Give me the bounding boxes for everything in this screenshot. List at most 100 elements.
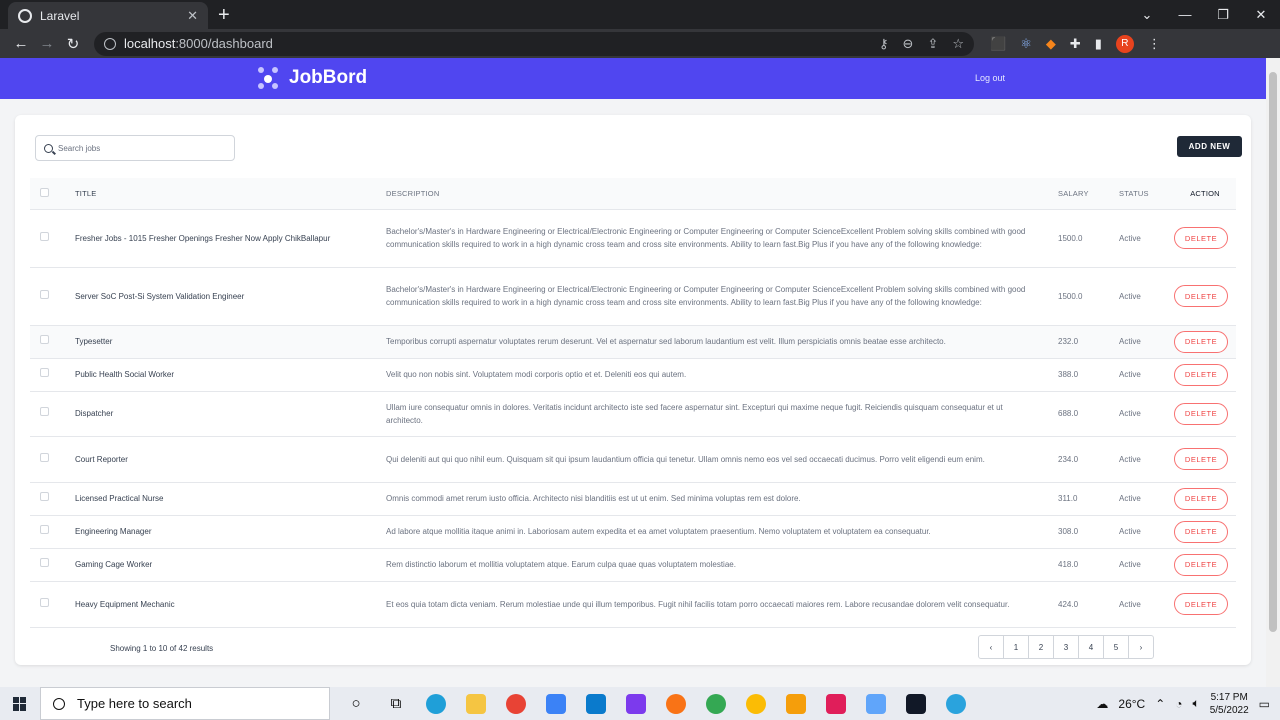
task-view-icon[interactable]: ⧉ — [376, 687, 416, 720]
tab-search-icon[interactable]: ⌄ — [1128, 0, 1166, 29]
file-explorer-icon[interactable] — [456, 687, 496, 720]
row-checkbox[interactable] — [40, 558, 49, 567]
clock[interactable]: 5:17 PM 5/5/2022 — [1210, 691, 1249, 717]
clock-time: 5:17 PM — [1210, 691, 1248, 703]
vscode-icon[interactable] — [576, 687, 616, 720]
postman-icon[interactable] — [656, 687, 696, 720]
window-close-icon[interactable]: ✕ — [1242, 0, 1280, 29]
page-scrollbar[interactable] — [1266, 58, 1280, 687]
delete-button[interactable]: DELETE — [1174, 227, 1228, 249]
menu-kebab-icon[interactable]: ⋮ — [1148, 36, 1161, 52]
row-checkbox[interactable] — [40, 597, 49, 607]
notification-icon[interactable]: ▭ — [1259, 697, 1270, 711]
job-salary: 388.0 — [1058, 357, 1119, 391]
weather-icon[interactable]: ☁ — [1096, 697, 1108, 711]
delete-button[interactable]: DELETE — [1174, 448, 1228, 470]
network-icon[interactable]: ◔ — [1175, 697, 1182, 711]
chrome-profile-2-icon[interactable] — [736, 687, 776, 720]
table-row: Server SoC Post-Si System Validation Eng… — [30, 266, 1236, 325]
delete-button[interactable]: DELETE — [1174, 487, 1228, 510]
row-checkbox[interactable] — [40, 231, 49, 241]
page-button-1[interactable]: 1 — [1003, 635, 1029, 659]
job-description: Velit quo non nobis sint. Voluptatem mod… — [386, 357, 1058, 391]
table-row: Engineering Manager Ad labore atque moll… — [30, 514, 1236, 548]
table-row: Public Health Social Worker Velit quo no… — [30, 357, 1236, 391]
tab-close-icon[interactable]: ✕ — [187, 8, 198, 24]
table-header-row: TITLE DESCRIPTION SALARY STATUS ACTION — [30, 178, 1236, 209]
url-path: :8000/dashboard — [175, 36, 273, 51]
key-icon[interactable]: ⚷ — [879, 36, 889, 52]
start-button[interactable] — [0, 696, 40, 711]
maximize-icon[interactable]: ❐ — [1204, 0, 1242, 29]
page-button-2[interactable]: 2 — [1028, 635, 1054, 659]
extension-icon[interactable]: ⬛ — [990, 36, 1006, 52]
add-new-button[interactable]: ADD NEW — [1177, 136, 1242, 157]
scrollbar-thumb[interactable] — [1269, 72, 1277, 632]
row-checkbox[interactable] — [40, 289, 49, 299]
app-icon[interactable] — [536, 687, 576, 720]
chrome-icon[interactable] — [496, 687, 536, 720]
delete-button[interactable]: DELETE — [1174, 553, 1228, 576]
select-all-checkbox[interactable] — [40, 187, 49, 197]
job-status: Active — [1119, 208, 1174, 267]
sidepanel-icon[interactable]: ▮ — [1095, 36, 1102, 52]
slack-icon[interactable] — [816, 687, 856, 720]
profile-avatar[interactable]: R — [1115, 34, 1134, 53]
chrome-profile-icon[interactable] — [696, 687, 736, 720]
visual-studio-icon[interactable] — [616, 687, 656, 720]
temperature[interactable]: 26°C — [1118, 697, 1145, 711]
search-input[interactable] — [58, 143, 218, 153]
new-tab-icon[interactable]: + — [218, 4, 230, 27]
delete-button[interactable]: DELETE — [1174, 285, 1228, 307]
cortana-icon[interactable]: ○ — [336, 687, 376, 720]
delete-button[interactable]: DELETE — [1174, 593, 1228, 615]
search-box[interactable] — [35, 135, 235, 161]
site-info-icon[interactable] — [104, 37, 116, 50]
delete-button[interactable]: DELETE — [1174, 402, 1228, 425]
logout-link[interactable]: Log out — [975, 73, 1005, 83]
forward-icon[interactable]: → — [34, 35, 60, 52]
zoom-icon[interactable]: ⊖ — [903, 36, 914, 52]
job-title: Gaming Cage Worker — [75, 547, 386, 581]
share-icon[interactable]: ⇪ — [927, 36, 938, 52]
browser-tab[interactable]: Laravel ✕ — [8, 2, 208, 29]
next-page-button[interactable]: › — [1128, 635, 1154, 659]
row-checkbox[interactable] — [40, 492, 49, 501]
job-title: Engineering Manager — [75, 514, 386, 548]
brand[interactable]: JobBord — [258, 67, 367, 89]
job-description: Rem distinctio laborum et mollitia volup… — [386, 547, 1058, 581]
back-icon[interactable]: ← — [8, 35, 34, 52]
edge-icon[interactable] — [416, 687, 456, 720]
tray-chevron-icon[interactable]: ⌃ — [1155, 697, 1165, 711]
terminal-icon[interactable] — [896, 687, 936, 720]
sublime-icon[interactable] — [776, 687, 816, 720]
job-description: Omnis commodi amet rerum iusto officia. … — [386, 481, 1058, 515]
extension-react-icon[interactable]: ⚛ — [1020, 36, 1032, 52]
taskbar-search[interactable]: Type here to search — [40, 687, 330, 720]
puzzle-icon[interactable]: ✚ — [1070, 36, 1081, 52]
job-title: Fresher Jobs - 1015 Fresher Openings Fre… — [75, 208, 386, 267]
delete-button[interactable]: DELETE — [1174, 363, 1228, 386]
page-button-4[interactable]: 4 — [1078, 635, 1104, 659]
page-button-3[interactable]: 3 — [1053, 635, 1079, 659]
delete-button[interactable]: DELETE — [1174, 520, 1228, 543]
address-bar[interactable]: localhost:8000/dashboard ⚷ ⊖ ⇪ ☆ — [94, 31, 974, 56]
telegram-icon[interactable] — [936, 687, 976, 720]
job-salary: 1500.0 — [1058, 266, 1119, 325]
bookmark-star-icon[interactable]: ☆ — [952, 36, 964, 52]
notepad-icon[interactable] — [856, 687, 896, 720]
volume-icon[interactable]: 🔈︎ — [1193, 696, 1200, 711]
row-checkbox[interactable] — [40, 368, 49, 377]
page-button-5[interactable]: 5 — [1103, 635, 1129, 659]
prev-page-button[interactable]: ‹ — [978, 635, 1004, 659]
delete-button[interactable]: DELETE — [1174, 330, 1228, 353]
row-checkbox[interactable] — [40, 452, 49, 462]
minimize-icon[interactable]: — — [1166, 0, 1204, 29]
reload-icon[interactable]: ↻ — [60, 35, 86, 53]
windows-icon — [13, 696, 27, 711]
job-salary: 234.0 — [1058, 435, 1119, 482]
extension-fox-icon[interactable]: ◆ — [1046, 36, 1056, 52]
row-checkbox[interactable] — [40, 335, 49, 344]
row-checkbox[interactable] — [40, 525, 49, 534]
row-checkbox[interactable] — [40, 407, 49, 416]
